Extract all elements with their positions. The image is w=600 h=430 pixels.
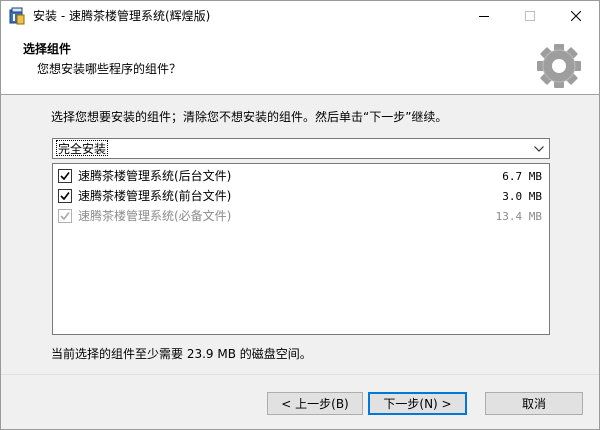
installer-window: 安装 - 速腾茶楼管理系统(辉煌版) 选择组件 您想安装哪些程序的组件？ 选择您… — [0, 0, 600, 430]
instruction-text: 选择您想要安装的组件；清除您不想安装的组件。然后单击“下一步”继续。 — [51, 110, 448, 124]
disk-space-text: 当前选择的组件至少需要 23.9 MB 的磁盘空间。 — [51, 347, 312, 361]
gear-icon — [534, 41, 584, 91]
setup-type-select[interactable]: 完全安装 — [52, 138, 550, 159]
maximize-button — [507, 1, 553, 31]
component-item-backend[interactable]: 速腾茶楼管理系统(后台文件) 6.7 MB — [56, 166, 546, 186]
cancel-button[interactable]: 取消 — [485, 392, 583, 415]
installer-app-icon — [8, 7, 26, 25]
component-name: 速腾茶楼管理系统(后台文件) — [78, 169, 232, 183]
setup-type-value: 完全安装 — [56, 140, 109, 156]
minimize-icon — [479, 16, 489, 17]
next-button[interactable]: 下一步(N) > — [368, 392, 467, 415]
close-button[interactable] — [553, 1, 599, 31]
component-checkbox — [58, 209, 72, 223]
chevron-down-icon[interactable] — [530, 139, 548, 158]
window-title: 安装 - 速腾茶楼管理系统(辉煌版) — [33, 9, 211, 23]
close-icon — [571, 11, 581, 21]
back-button[interactable]: < 上一步(B) — [267, 392, 363, 415]
component-name: 速腾茶楼管理系统(前台文件) — [78, 189, 232, 203]
component-checkbox[interactable] — [58, 169, 72, 183]
checkmark-icon — [60, 192, 70, 201]
title-bar[interactable]: 安装 - 速腾茶楼管理系统(辉煌版) — [1, 1, 599, 31]
component-size: 13.4 MB — [495, 210, 542, 223]
component-size: 6.7 MB — [502, 170, 542, 183]
maximize-icon — [525, 11, 535, 21]
checkmark-icon — [60, 212, 70, 221]
page-title: 选择组件 — [23, 42, 72, 56]
wizard-header: 选择组件 您想安装哪些程序的组件？ — [1, 31, 599, 95]
component-name: 速腾茶楼管理系统(必备文件) — [78, 209, 232, 223]
component-checkbox[interactable] — [58, 189, 72, 203]
component-list[interactable]: 速腾茶楼管理系统(后台文件) 6.7 MB 速腾茶楼管理系统(前台文件) 3.0… — [52, 163, 550, 335]
component-item-required: 速腾茶楼管理系统(必备文件) 13.4 MB — [56, 206, 546, 226]
component-size: 3.0 MB — [502, 190, 542, 203]
component-item-frontend[interactable]: 速腾茶楼管理系统(前台文件) 3.0 MB — [56, 186, 546, 206]
footer-divider — [1, 374, 599, 375]
checkmark-icon — [60, 172, 70, 181]
page-subtitle: 您想安装哪些程序的组件？ — [37, 62, 182, 76]
minimize-button[interactable] — [461, 1, 507, 31]
